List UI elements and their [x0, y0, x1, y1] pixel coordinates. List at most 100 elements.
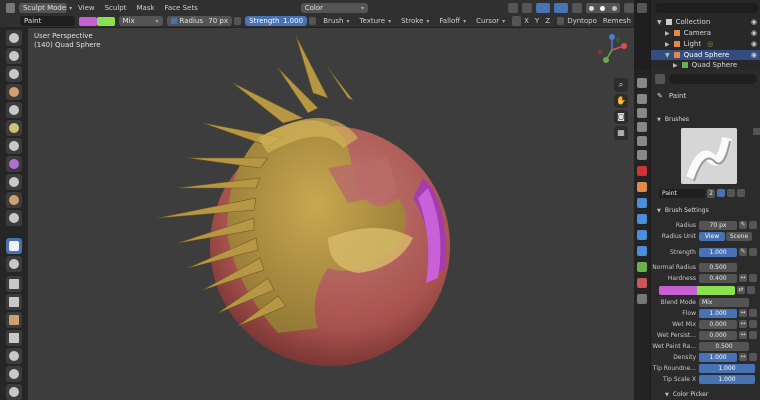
object-tab-icon[interactable]	[637, 182, 647, 192]
material-tab-icon[interactable]	[637, 278, 647, 288]
outliner-editor-icon[interactable]	[637, 3, 647, 13]
menu-sculpt[interactable]: Sculpt	[100, 4, 132, 12]
modifier-tab-icon[interactable]	[637, 198, 647, 208]
world-tab-icon[interactable]	[637, 150, 647, 160]
cursor-dropdown[interactable]: Cursor ▾	[471, 17, 510, 25]
gizmo-toggle-icon[interactable]	[536, 3, 550, 13]
brush-preview-image[interactable]	[681, 128, 737, 184]
flow-field[interactable]: 1.000	[699, 308, 737, 318]
radius-pressure-icon[interactable]	[233, 17, 242, 25]
texture-dropdown[interactable]: Texture ▾	[354, 17, 396, 25]
smooth-brush-icon[interactable]	[6, 174, 22, 190]
menu-mask[interactable]: Mask	[131, 4, 159, 12]
perspective-grid-icon[interactable]: ▦	[614, 126, 628, 140]
box-mask-icon[interactable]	[6, 276, 22, 292]
strength-pressure-icon[interactable]: ✎	[739, 248, 747, 256]
hardness-invert-icon[interactable]: ↔	[739, 274, 747, 282]
clay-brush-icon[interactable]	[6, 66, 22, 82]
outliner-item-light[interactable]: ▶ Light ◎ ◉	[651, 39, 760, 49]
box-hide-icon[interactable]	[6, 294, 22, 310]
duplicate-brush-icon[interactable]	[727, 189, 735, 197]
properties-editor-icon[interactable]	[655, 74, 665, 84]
overlays-toggle-icon[interactable]	[554, 3, 568, 13]
secondary-color-field[interactable]	[697, 285, 735, 295]
primary-color-field[interactable]	[659, 285, 697, 295]
camera-view-icon[interactable]: ◙	[614, 110, 628, 124]
flow-invert-icon[interactable]: ↔	[739, 309, 747, 317]
visibility-icon[interactable]	[522, 3, 532, 13]
shading-mode-icons[interactable]	[586, 3, 620, 13]
density-invert-icon[interactable]: ↔	[739, 353, 747, 361]
tip-roundness-field[interactable]: 1.000	[699, 363, 755, 373]
hardness-field[interactable]: 0.400	[699, 273, 737, 283]
visibility-eye-icon[interactable]: ◉	[751, 18, 757, 26]
outliner-item-collection[interactable]: ▼ Collection ◉	[651, 17, 760, 27]
zoom-icon[interactable]: ⌕	[614, 78, 628, 92]
visibility-eye-icon[interactable]: ◉	[751, 40, 757, 48]
particles-tab-icon[interactable]	[637, 214, 647, 224]
visibility-eye-icon[interactable]: ◉	[751, 29, 757, 37]
brush-dropdown[interactable]: Brush ▾	[318, 17, 354, 25]
fill-brush-icon[interactable]	[6, 210, 22, 226]
brush-name-field[interactable]: Paint	[659, 188, 705, 198]
wet-persistence-pressure-icon[interactable]	[749, 331, 757, 339]
3d-viewport[interactable]: User Perspective (140) Quad Sphere	[28, 28, 606, 400]
radius-unit-toggle-icon[interactable]	[749, 221, 757, 229]
blend-select[interactable]: Mix ▾	[118, 16, 163, 26]
output-tab-icon[interactable]	[637, 108, 647, 118]
dyntopo-dropdown[interactable]: Dyntopo	[564, 17, 600, 25]
color-mode-icon[interactable]	[747, 286, 755, 294]
outliner-item-camera[interactable]: ▶ Camera ◉	[651, 28, 760, 38]
draw-sharp-brush-icon[interactable]	[6, 48, 22, 64]
density-pressure-icon[interactable]	[749, 353, 757, 361]
wet-paint-radius-field[interactable]: 0.500	[699, 341, 749, 351]
color-attribute-select[interactable]: Color ▾	[300, 3, 368, 13]
render-tab-icon[interactable]	[637, 94, 647, 104]
tip-scale-x-field[interactable]: 1.000	[699, 374, 755, 384]
unlink-brush-icon[interactable]	[737, 189, 745, 197]
pan-hand-icon[interactable]: ✋	[614, 94, 628, 108]
menu-face-sets[interactable]: Face Sets	[160, 4, 203, 12]
xray-icon[interactable]	[572, 3, 582, 13]
wet-mix-invert-icon[interactable]: ↔	[739, 320, 747, 328]
wet-persistence-invert-icon[interactable]: ↔	[739, 331, 747, 339]
wet-mix-field[interactable]: 0.000	[699, 319, 737, 329]
annotate-icon[interactable]	[6, 384, 22, 400]
brush-name-field[interactable]: Paint	[20, 16, 75, 26]
symmetry-icon[interactable]	[512, 16, 522, 26]
primary-color-swatch[interactable]	[78, 16, 97, 26]
box-face-set-icon[interactable]	[6, 312, 22, 328]
outliner-item-quad-sphere[interactable]: ▼ Quad Sphere ◉	[651, 50, 760, 60]
paint-brush-icon[interactable]	[6, 238, 22, 254]
menu-view[interactable]: View	[73, 4, 100, 12]
orientation-gizmo-icon[interactable]	[594, 32, 630, 68]
draw-brush-icon[interactable]	[6, 30, 22, 46]
transform-pivot-icon[interactable]	[508, 3, 518, 13]
data-tab-icon[interactable]	[637, 262, 647, 272]
constraints-tab-icon[interactable]	[637, 246, 647, 256]
editor-type-icon[interactable]	[6, 3, 15, 13]
blob-brush-icon[interactable]	[6, 138, 22, 154]
view-layer-tab-icon[interactable]	[637, 122, 647, 132]
mode-select[interactable]: Sculpt Mode ▾	[18, 3, 72, 13]
strength-pressure-icon[interactable]	[309, 17, 317, 25]
physics-tab-icon[interactable]	[637, 230, 647, 240]
symmetry-y[interactable]: Y	[532, 17, 542, 25]
brush-browse-icon[interactable]	[753, 128, 760, 135]
color-picker-section-header[interactable]: ▼ Color Picker	[651, 389, 760, 400]
texture-tab-icon[interactable]	[637, 294, 647, 304]
crease-brush-icon[interactable]	[6, 156, 22, 172]
strength-field[interactable]: 1.000	[699, 247, 737, 257]
flatten-brush-icon[interactable]	[6, 192, 22, 208]
brush-settings-section-header[interactable]: ▼ Brush Settings	[651, 205, 760, 216]
falloff-dropdown[interactable]: Falloff ▾	[434, 17, 471, 25]
density-field[interactable]: 1.000	[699, 352, 737, 362]
remesh-dropdown[interactable]: Remesh	[600, 17, 634, 25]
strength-toggle-icon[interactable]	[749, 248, 757, 256]
clay-strips-brush-icon[interactable]	[6, 84, 22, 100]
shading-options-icon[interactable]	[624, 3, 634, 13]
normal-radius-field[interactable]: 0.500	[699, 262, 737, 272]
radius-pressure-icon[interactable]: ✎	[739, 221, 747, 229]
fake-user-icon[interactable]	[717, 189, 725, 197]
properties-search-input[interactable]	[669, 74, 757, 84]
